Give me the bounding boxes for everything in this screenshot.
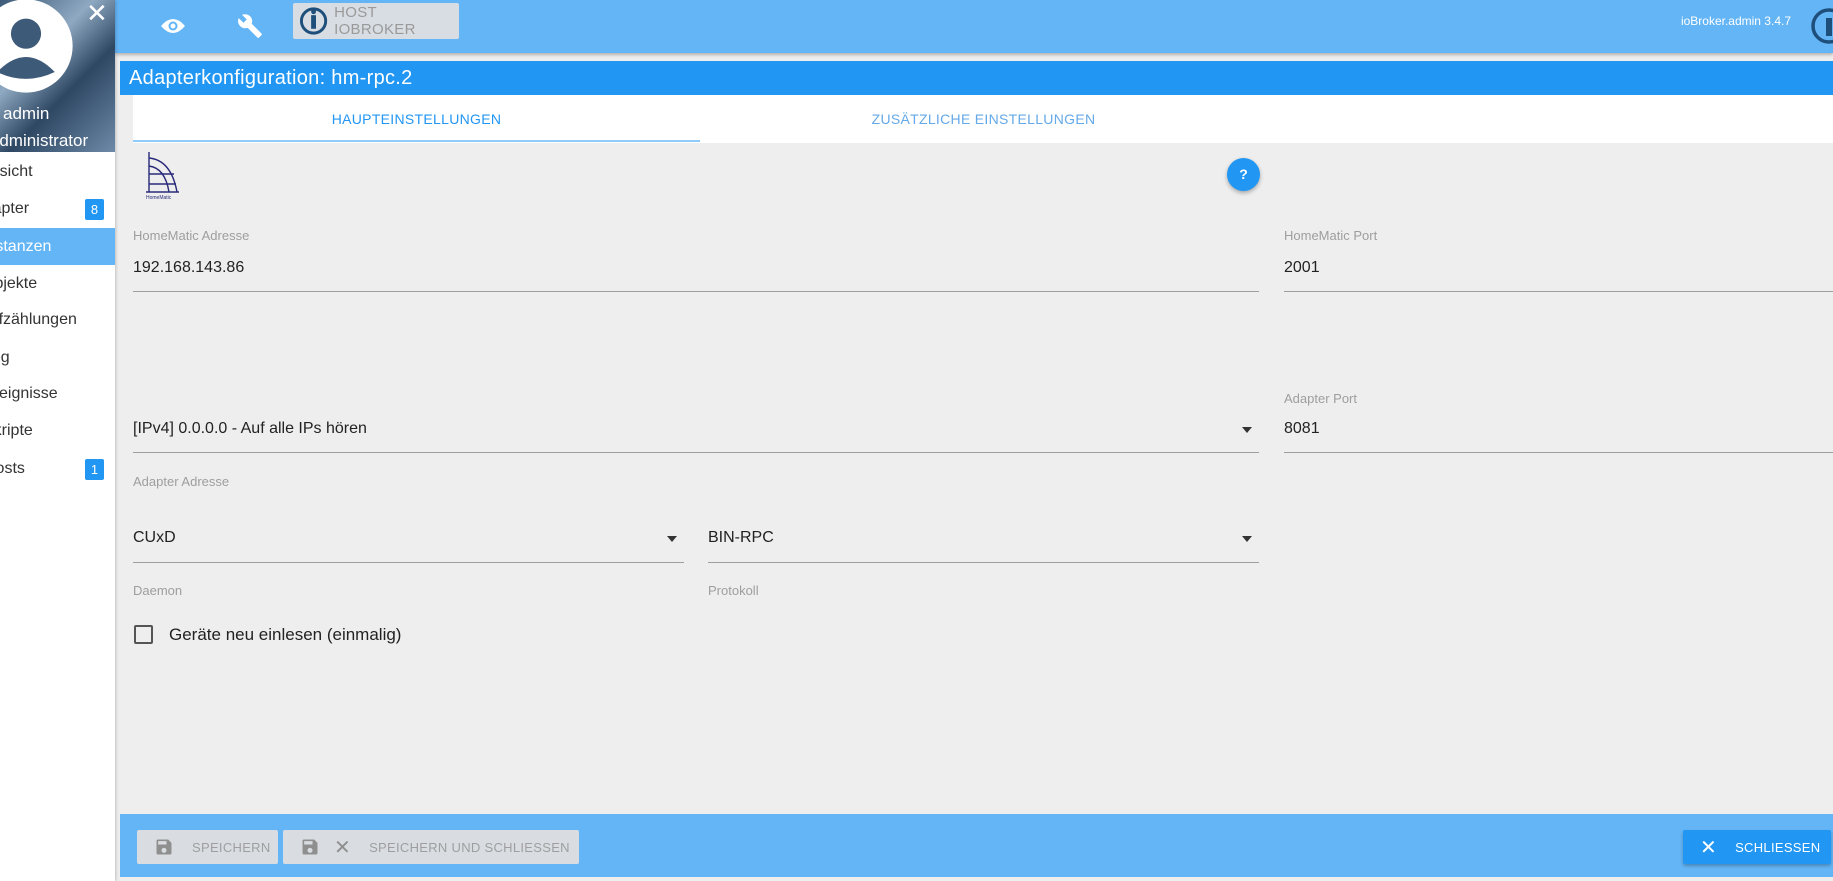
save-and-close-label: SPEICHERN UND SCHLIESSEN: [369, 839, 570, 855]
reread-devices-checkbox[interactable]: [134, 625, 153, 644]
chevron-down-icon[interactable]: [1242, 536, 1252, 542]
host-selector-button[interactable]: HOST IOBROKER: [293, 3, 459, 39]
homematic-logo-icon: HomeMatic: [146, 152, 179, 201]
close-sidebar-icon[interactable]: ✕: [86, 0, 108, 26]
protocol-underline: [708, 562, 1259, 563]
hm-port-label: HomeMatic Port: [1284, 228, 1378, 243]
sidebar-item-label: Skripte: [0, 422, 33, 439]
close-icon: ✕: [334, 836, 352, 859]
save-button[interactable]: SPEICHERN: [137, 830, 278, 864]
sidebar-item-log[interactable]: Log: [0, 339, 115, 376]
adapter-address-label: Adapter Adresse: [133, 474, 230, 489]
tab-bar: HAUPTEINSTELLUNGEN ZUSÄTZLICHE EINSTELLU…: [133, 95, 1833, 143]
adapter-port-input[interactable]: 8081: [1284, 420, 1320, 438]
active-tab-indicator: [133, 140, 700, 142]
adapter-port-label: Adapter Port: [1284, 391, 1357, 406]
sidebar-item-instanzen[interactable]: Instanzen: [0, 228, 115, 265]
help-button[interactable]: ?: [1227, 158, 1260, 191]
close-label: SCHLIESSEN: [1735, 839, 1821, 855]
sidebar-item-label: Hosts: [0, 460, 25, 477]
save-label: SPEICHERN: [192, 839, 271, 855]
dialog-title: Adapterkonfiguration: hm-rpc.2: [120, 61, 1833, 95]
chevron-down-icon[interactable]: [667, 536, 677, 542]
user-name: admin: [3, 104, 50, 123]
sidebar-item-ereignisse[interactable]: Ereignisse: [0, 375, 115, 412]
sidebar-item-label: Übersicht: [0, 163, 33, 180]
sidebar-item-bersicht[interactable]: Übersicht: [0, 153, 115, 190]
hm-port-input[interactable]: 2001: [1284, 259, 1320, 277]
close-icon: ✕: [1700, 836, 1718, 859]
wrench-icon[interactable]: [232, 8, 268, 44]
save-and-close-button[interactable]: ✕ SPEICHERN UND SCHLIESSEN: [283, 830, 579, 864]
reread-devices-label[interactable]: Geräte neu einlesen (einmalig): [169, 625, 401, 645]
iobroker-logo-icon: [299, 7, 328, 35]
protocol-select[interactable]: BIN-RPC: [708, 529, 774, 547]
sidebar-item-skripte[interactable]: Skripte: [0, 412, 115, 449]
hm-address-label: HomeMatic Adresse: [133, 228, 250, 243]
iobroker-logo-icon: [1811, 8, 1833, 44]
user-role: Administrator: [0, 131, 89, 150]
sidebar-item-adapter[interactable]: Adapter 8: [0, 190, 115, 227]
count-badge: 1: [85, 459, 104, 480]
svg-text:HomeMatic: HomeMatic: [146, 195, 172, 201]
daemon-underline: [133, 562, 684, 563]
sidebar-item-label: Objekte: [0, 275, 38, 292]
count-badge: 8: [85, 199, 104, 220]
sidebar-item-aufzhlungen[interactable]: Aufzählungen: [0, 301, 115, 338]
sidebar-item-objekte[interactable]: Objekte: [0, 265, 115, 302]
adapter-address-select[interactable]: [IPv4] 0.0.0.0 - Auf alle IPs hören: [133, 420, 367, 438]
sidebar-item-label: Log: [0, 349, 10, 366]
version-text: ioBroker.admin 3.4.7: [1680, 14, 1791, 28]
tab-additional-settings[interactable]: ZUSÄTZLICHE EINSTELLUNGEN: [700, 95, 1267, 143]
chevron-down-icon[interactable]: [1242, 427, 1252, 433]
save-icon: [156, 839, 172, 855]
user-header: ✕ admin Administrator: [0, 0, 115, 152]
hm-address-underline: [133, 291, 1259, 292]
avatar-icon: [0, 0, 73, 93]
sidebar-item-hosts[interactable]: Hosts 1: [0, 450, 115, 487]
sidebar: ✕ admin Administrator Übersicht Adapter 8 I…: [0, 0, 115, 881]
hm-address-input[interactable]: 192.168.143.86: [133, 259, 244, 277]
hm-port-underline: [1284, 291, 1833, 292]
adapter-port-underline: [1284, 452, 1833, 453]
top-toolbar: HOST IOBROKER ioBroker.admin 3.4.7: [115, 0, 1833, 53]
close-button[interactable]: ✕ SCHLIESSEN: [1683, 830, 1831, 864]
dialog-footer: SPEICHERN ✕ SPEICHERN UND SCHLIESSEN ✕ S…: [120, 814, 1833, 877]
sidebar-item-label: Ereignisse: [0, 385, 58, 402]
tab-main-settings[interactable]: HAUPTEINSTELLUNGEN: [133, 95, 700, 143]
sidebar-item-label: Instanzen: [0, 238, 52, 255]
adapter-address-underline: [133, 452, 1259, 453]
eye-icon[interactable]: [155, 8, 191, 44]
daemon-select[interactable]: CUxD: [133, 529, 176, 547]
protocol-label: Protokoll: [708, 583, 759, 598]
host-label: HOST IOBROKER: [334, 4, 416, 38]
sidebar-item-label: Adapter: [0, 200, 30, 217]
save-icon: [302, 839, 318, 855]
sidebar-item-label: Aufzählungen: [0, 311, 77, 328]
daemon-label: Daemon: [133, 583, 183, 598]
